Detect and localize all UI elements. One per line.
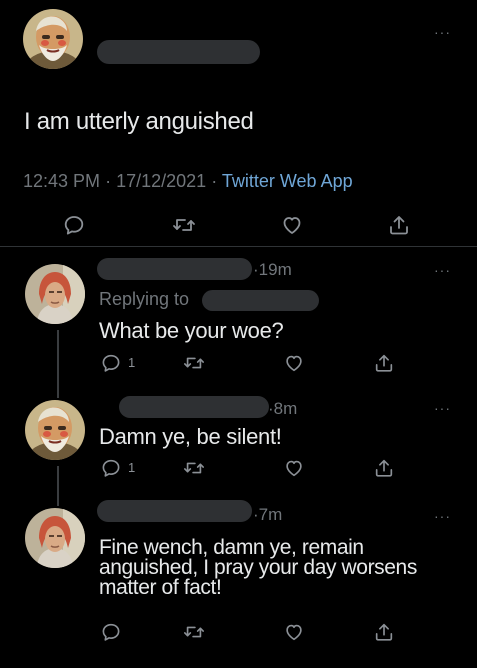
thread-line	[57, 466, 59, 506]
more-icon[interactable]: ···	[434, 263, 451, 277]
reply-age: ·7m	[253, 505, 282, 525]
retweet-icon[interactable]	[172, 213, 196, 237]
separator: ·	[105, 171, 112, 191]
share-icon[interactable]	[387, 213, 411, 237]
reply-icon[interactable]	[100, 457, 122, 479]
more-icon[interactable]: ···	[434, 25, 451, 39]
tweet-time: 12:43 PM	[23, 171, 101, 191]
share-icon[interactable]	[373, 457, 395, 479]
retweet-icon[interactable]	[183, 457, 205, 479]
age-text: 7m	[258, 505, 283, 524]
age-text: 8m	[273, 399, 298, 418]
like-icon[interactable]	[283, 352, 305, 374]
thread-line	[57, 330, 59, 398]
like-icon[interactable]	[283, 621, 305, 643]
age-text: 19m	[258, 260, 292, 279]
reply-count: 1	[128, 460, 136, 475]
like-icon[interactable]	[283, 457, 305, 479]
reply-text-line: anguished, I pray your day worsens	[99, 556, 417, 579]
reply-text-line: Fine wench, damn ye, remain	[99, 536, 364, 559]
reply-icon[interactable]	[100, 352, 122, 374]
like-icon[interactable]	[280, 213, 304, 237]
separator: ·	[211, 171, 218, 191]
reply-text: Fine wench, damn ye, remain anguished, I…	[99, 536, 417, 599]
reply-age: ·19m	[253, 260, 292, 280]
retweet-icon[interactable]	[183, 621, 205, 643]
share-icon[interactable]	[373, 352, 395, 374]
reply-age: ·8m	[268, 399, 297, 419]
more-icon[interactable]: ···	[434, 401, 451, 415]
reply-count: 1	[128, 355, 136, 370]
reply-author-redacted	[97, 258, 252, 280]
replying-to-handle-redacted[interactable]	[202, 290, 319, 311]
reply-avatar[interactable]	[25, 508, 85, 568]
reply-text: What be your woe?	[99, 318, 284, 343]
tweet-timestamp: 12:43 PM · 17/12/2021 · Twitter Web App	[23, 171, 353, 192]
tweet-date: 17/12/2021	[116, 171, 207, 191]
reply-text: Damn ye, be silent!	[99, 424, 282, 449]
replying-to-label: Replying to	[99, 289, 190, 309]
author-avatar[interactable]	[23, 9, 83, 69]
reply-avatar[interactable]	[25, 264, 85, 324]
reply-icon[interactable]	[100, 621, 122, 643]
reply-avatar[interactable]	[25, 400, 85, 460]
author-name-redacted	[97, 40, 260, 64]
reply-author-redacted	[119, 396, 269, 418]
reply-icon[interactable]	[62, 213, 86, 237]
divider	[0, 246, 477, 247]
tweet-text: I am utterly anguished	[24, 108, 254, 135]
reply-text-line: matter of fact!	[99, 576, 222, 599]
share-icon[interactable]	[373, 621, 395, 643]
reply-author-redacted	[97, 500, 252, 522]
retweet-icon[interactable]	[183, 352, 205, 374]
more-icon[interactable]: ···	[434, 509, 451, 523]
tweet-source-link[interactable]: Twitter Web App	[222, 171, 353, 191]
